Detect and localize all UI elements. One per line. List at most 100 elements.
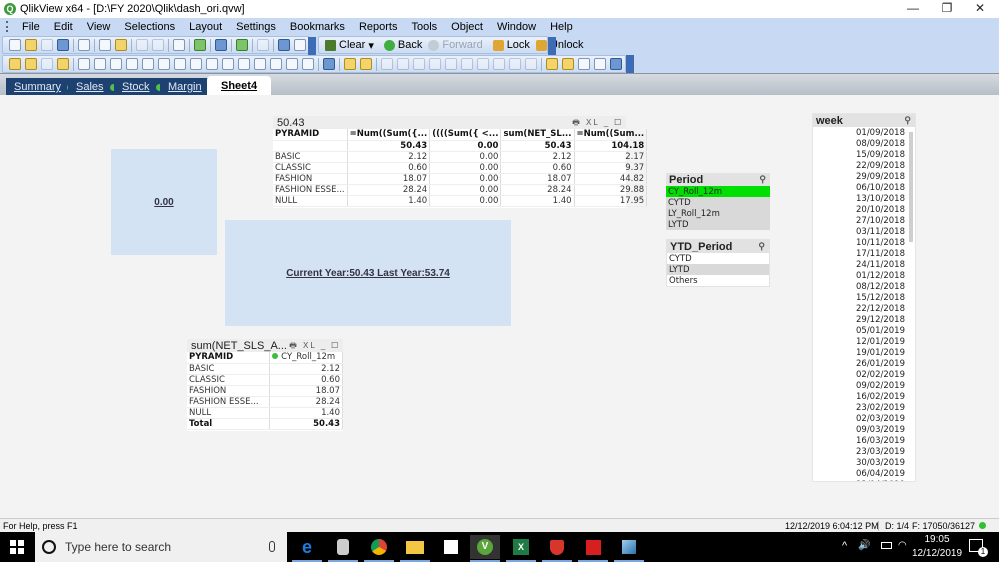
table-row[interactable]: BASIC 2.12 [187,363,343,375]
search-icon[interactable]: ⚲ [758,241,765,252]
adjust-left-icon[interactable] [509,58,521,70]
listbox-item[interactable]: 06/10/2018 [813,182,915,193]
edge-icon[interactable]: e [292,535,322,562]
text-object-current-vs-last-year[interactable]: Current Year:50.43 Last Year:53.74 [225,220,511,326]
restore-button[interactable]: ❐ [931,0,963,18]
table-cell[interactable]: CLASSIC [273,162,348,174]
table-cell[interactable]: CLASSIC [187,374,271,386]
table-row[interactable]: BASIC 2.12 0.00 2.12 2.17 [273,151,648,163]
listbox-item[interactable]: 15/12/2018 [813,292,915,303]
sheet-properties-icon[interactable] [25,58,37,70]
expression-overview-icon[interactable] [610,58,622,70]
listbox-item[interactable]: 01/09/2018 [813,127,915,138]
search-icon[interactable]: ⚲ [904,115,911,126]
excel-icon[interactable]: X [506,535,536,562]
edit-script-icon[interactable] [99,39,111,51]
current-selections-icon[interactable] [194,39,206,51]
listbox-item[interactable]: 23/02/2019 [813,402,915,413]
tab-sheet4[interactable]: Sheet4 [207,76,272,96]
current-selections-box-icon[interactable] [174,58,186,70]
save-icon[interactable] [57,39,69,51]
search-icon[interactable]: ⚲ [759,174,766,185]
listbox-item[interactable]: Others [667,275,769,286]
unlock-button[interactable]: Unlock [535,39,584,51]
listbox-item[interactable]: 08/12/2018 [813,281,915,292]
space-horizontal-icon[interactable] [477,58,489,70]
listbox-caption[interactable]: YTD_Period ⚲ [667,240,769,253]
table-row[interactable]: NULL 1.40 [187,407,343,419]
column-header[interactable]: ((((Sum({ <... [429,129,502,141]
new-document-icon[interactable] [9,39,21,51]
menu-window[interactable]: Window [490,21,543,33]
line-arrow-icon[interactable] [222,58,234,70]
show-hidden-icons-chevron[interactable]: ^ [842,540,847,552]
snipping-tool-icon[interactable] [436,535,466,559]
taskbar-search-box[interactable]: Type here to search [35,532,287,562]
listbox-item[interactable]: 16/02/2019 [813,391,915,402]
scrollbar-thumb[interactable] [909,132,913,242]
dimension-header[interactable]: PYRAMID [187,352,271,364]
clock-date[interactable]: 12/12/2019 [912,548,962,559]
windows-start-icon[interactable] [10,540,24,554]
listbox-item[interactable]: LY_Roll_12m [666,208,770,219]
table-cell[interactable]: BASIC [187,363,271,375]
lock-button[interactable]: Lock [492,39,530,51]
open-folder-icon[interactable] [25,39,37,51]
battery-icon[interactable] [881,542,892,549]
clock-time[interactable]: 19:05 [917,534,957,545]
listbox-item[interactable]: 03/11/2018 [813,226,915,237]
table-cell[interactable]: FASHION [187,385,271,397]
reload-icon[interactable] [115,39,127,51]
align-left-icon[interactable] [381,58,393,70]
chart-wizard-icon[interactable] [215,39,227,51]
chart-wizard-icon[interactable] [323,58,335,70]
menu-help[interactable]: Help [543,21,580,33]
microphone-icon[interactable] [269,541,275,552]
column-header[interactable]: PYRAMID [273,129,348,141]
chart-icon[interactable] [142,58,154,70]
menu-object[interactable]: Object [444,21,490,33]
help-icon[interactable] [278,39,290,51]
menu-tools[interactable]: Tools [404,21,444,33]
input-box-icon[interactable] [158,58,170,70]
table-row[interactable]: NULL 1.40 0.00 1.40 17.95 [273,195,648,207]
listbox-item[interactable]: 10/11/2018 [813,237,915,248]
listbox-period[interactable]: Period ⚲ CY_Roll_12m CYTD LY_Roll_12m LY… [666,173,770,230]
table-box-icon[interactable] [126,58,138,70]
listbox-item[interactable]: 17/11/2018 [813,248,915,259]
listbox-item[interactable]: 08/09/2018 [813,138,915,149]
chrome-icon[interactable] [364,535,394,562]
listbox-item[interactable]: 29/09/2018 [813,171,915,182]
adjust-top-icon[interactable] [525,58,537,70]
clear-button[interactable]: Clear ▾ [325,39,374,52]
menu-view[interactable]: View [80,21,118,33]
listbox-item[interactable]: 02/03/2019 [813,413,915,424]
listbox-item[interactable]: 06/04/2019 [813,468,915,479]
format-painter-icon[interactable] [344,58,356,70]
menu-selections[interactable]: Selections [117,21,182,33]
table-caption[interactable]: sum(NET_SLS_A... 🖶 XL _ ☐ [187,339,343,352]
new-sheet-icon[interactable] [9,58,21,70]
undo-icon[interactable] [136,39,148,51]
table-cell[interactable]: FASHION ESSE... [273,184,348,196]
listbox-icon[interactable] [78,58,90,70]
listbox-item[interactable]: CYTD [667,253,769,264]
listbox-item[interactable]: 12/01/2019 [813,336,915,347]
bookmark-object-icon[interactable] [254,58,266,70]
refresh-icon[interactable] [41,39,53,51]
straight-table[interactable]: 50.43 🖶 XL _ ☐ PYRAMID =Num((Sum({... ((… [273,116,648,208]
toolbar-overflow-chevron[interactable] [308,37,316,55]
listbox-item[interactable]: 09/03/2019 [813,424,915,435]
listbox-item[interactable]: 30/03/2019 [813,457,915,468]
listbox-item[interactable]: LYTD [666,219,770,230]
table-row[interactable]: FASHION ESSE... 28.24 [187,396,343,408]
table-row[interactable]: FASHION 18.07 [187,385,343,397]
align-bottom-icon[interactable] [429,58,441,70]
table-cell[interactable]: NULL [187,407,271,419]
menu-reports[interactable]: Reports [352,21,405,33]
redo-icon[interactable] [152,39,164,51]
listbox-item[interactable]: 22/12/2018 [813,303,915,314]
table-cell[interactable]: BASIC [273,151,348,163]
listbox-ytd-period[interactable]: YTD_Period ⚲ CYTD LYTD Others [666,239,770,287]
menu-settings[interactable]: Settings [229,21,283,33]
